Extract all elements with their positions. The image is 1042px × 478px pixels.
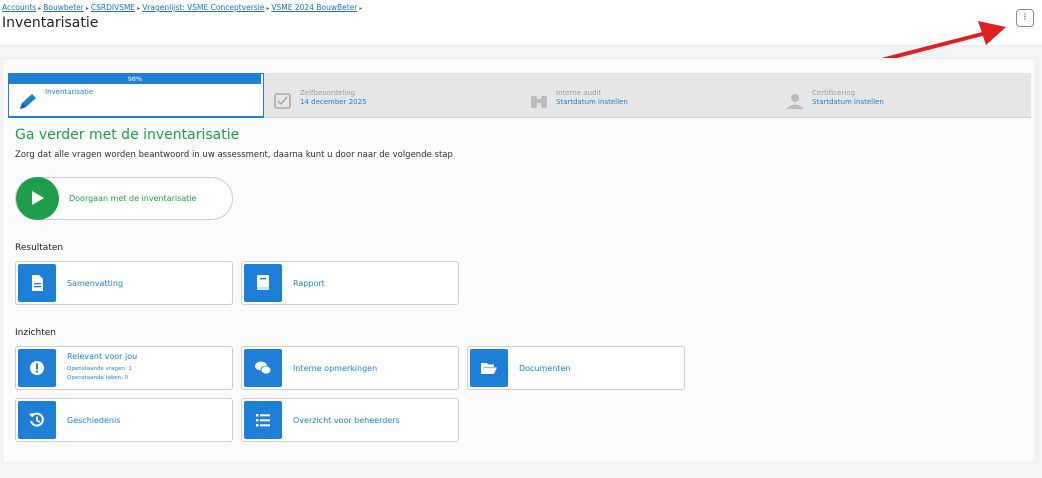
intro-text: Zorg dat alle vragen worden beantwoord i…	[15, 150, 453, 160]
breadcrumb-separator: ▸	[266, 5, 270, 12]
step-subtitle: Startdatum instellen	[812, 98, 884, 106]
step-title: Zelfbeoordeling	[300, 89, 356, 97]
tile-label: Geschiedenis	[67, 416, 121, 425]
tile-label: Relevant voor jou	[67, 352, 138, 361]
results-label: Resultaten	[15, 243, 64, 253]
document-icon	[18, 264, 56, 302]
step-progress-bar: 98%	[9, 74, 261, 84]
process-steps: 98% Inventarisatie Zelfbeoordeling 14 de…	[8, 73, 1031, 118]
certificate-user-icon	[784, 91, 806, 111]
tile-label: Rapport	[293, 279, 325, 288]
play-icon	[16, 177, 59, 220]
breadcrumb-separator: ▸	[137, 5, 141, 12]
breadcrumb: Accounts ▸ Bouwbeter ▸ CSRDIVSME ▸ Vragenlijst…	[2, 3, 364, 12]
breadcrumb-vragenlijst[interactable]: Vragenlijst: VSME Conceptversie	[142, 3, 264, 12]
step-subtitle: Startdatum instellen	[556, 98, 628, 106]
step-inventarisatie[interactable]: 98% Inventarisatie	[8, 73, 264, 118]
tile-interne-opmerkingen[interactable]: Interne opmerkingen	[241, 346, 459, 390]
breadcrumb-separator: ▸	[359, 5, 363, 12]
tile-label: Interne opmerkingen	[293, 364, 378, 373]
alert-icon	[18, 349, 56, 387]
insights-label: Inzichten	[15, 328, 57, 338]
step-title: Inventarisatie	[45, 88, 94, 96]
tile-rapport[interactable]: Rapport	[241, 261, 459, 305]
list-icon	[244, 401, 282, 439]
continue-label: Doorgaan met de inventarisatie	[69, 194, 197, 203]
step-subtitle: 14 december 2025	[300, 98, 367, 106]
tile-label: Samenvatting	[67, 279, 124, 288]
tile-overzicht-beheerders[interactable]: Overzicht voor beheerders	[241, 398, 459, 442]
breadcrumb-bouwbeter[interactable]: Bouwbeter	[43, 3, 84, 12]
tile-samenvatting[interactable]: Samenvatting	[15, 261, 233, 305]
step-zelfbeoordeling[interactable]: Zelfbeoordeling 14 december 2025	[264, 73, 520, 118]
page-title: Inventarisatie	[2, 15, 99, 31]
top-bar: Accounts ▸ Bouwbeter ▸ CSRDIVSME ▸ Vragenlijst…	[0, 0, 1042, 46]
open-tasks-count: Openstaande taken: 0	[67, 375, 129, 381]
tile-geschiedenis[interactable]: Geschiedenis	[15, 398, 233, 442]
step-certificering[interactable]: Certificering Startdatum instellen	[776, 73, 1031, 118]
step-interne-audit[interactable]: Interne audit Startdatum instellen	[520, 73, 776, 118]
tile-documenten[interactable]: Documenten	[467, 346, 685, 390]
checkbox-icon	[272, 91, 294, 111]
tile-label: Documenten	[519, 364, 571, 373]
step-title: Certificering	[812, 89, 856, 97]
binoculars-icon	[528, 91, 550, 111]
more-options-button[interactable]: ⁝	[1016, 9, 1034, 27]
breadcrumb-csrdivsme[interactable]: CSRDIVSME	[91, 3, 135, 12]
tile-label: Overzicht voor beheerders	[293, 416, 400, 425]
section-heading: Ga verder met de inventarisatie	[15, 127, 240, 143]
pencil-icon	[17, 92, 39, 112]
comments-icon	[244, 349, 282, 387]
breadcrumb-separator: ▸	[38, 5, 42, 12]
step-title: Interne audit	[556, 89, 602, 97]
main-card: 98% Inventarisatie Zelfbeoordeling 14 de…	[2, 58, 1036, 463]
breadcrumb-vsme-2024[interactable]: VSME 2024 BouwBeter	[271, 3, 357, 12]
folder-open-icon	[470, 349, 508, 387]
tile-relevant-voor-jou[interactable]: Relevant voor jou Openstaande vragen: 1 …	[15, 346, 233, 390]
book-icon	[244, 264, 282, 302]
history-icon	[18, 401, 56, 439]
open-questions-count: Openstaande vragen: 1	[67, 366, 132, 372]
continue-inventory-button[interactable]: Doorgaan met de inventarisatie	[15, 177, 233, 220]
breadcrumb-separator: ▸	[85, 5, 89, 12]
breadcrumb-accounts[interactable]: Accounts	[2, 3, 36, 12]
